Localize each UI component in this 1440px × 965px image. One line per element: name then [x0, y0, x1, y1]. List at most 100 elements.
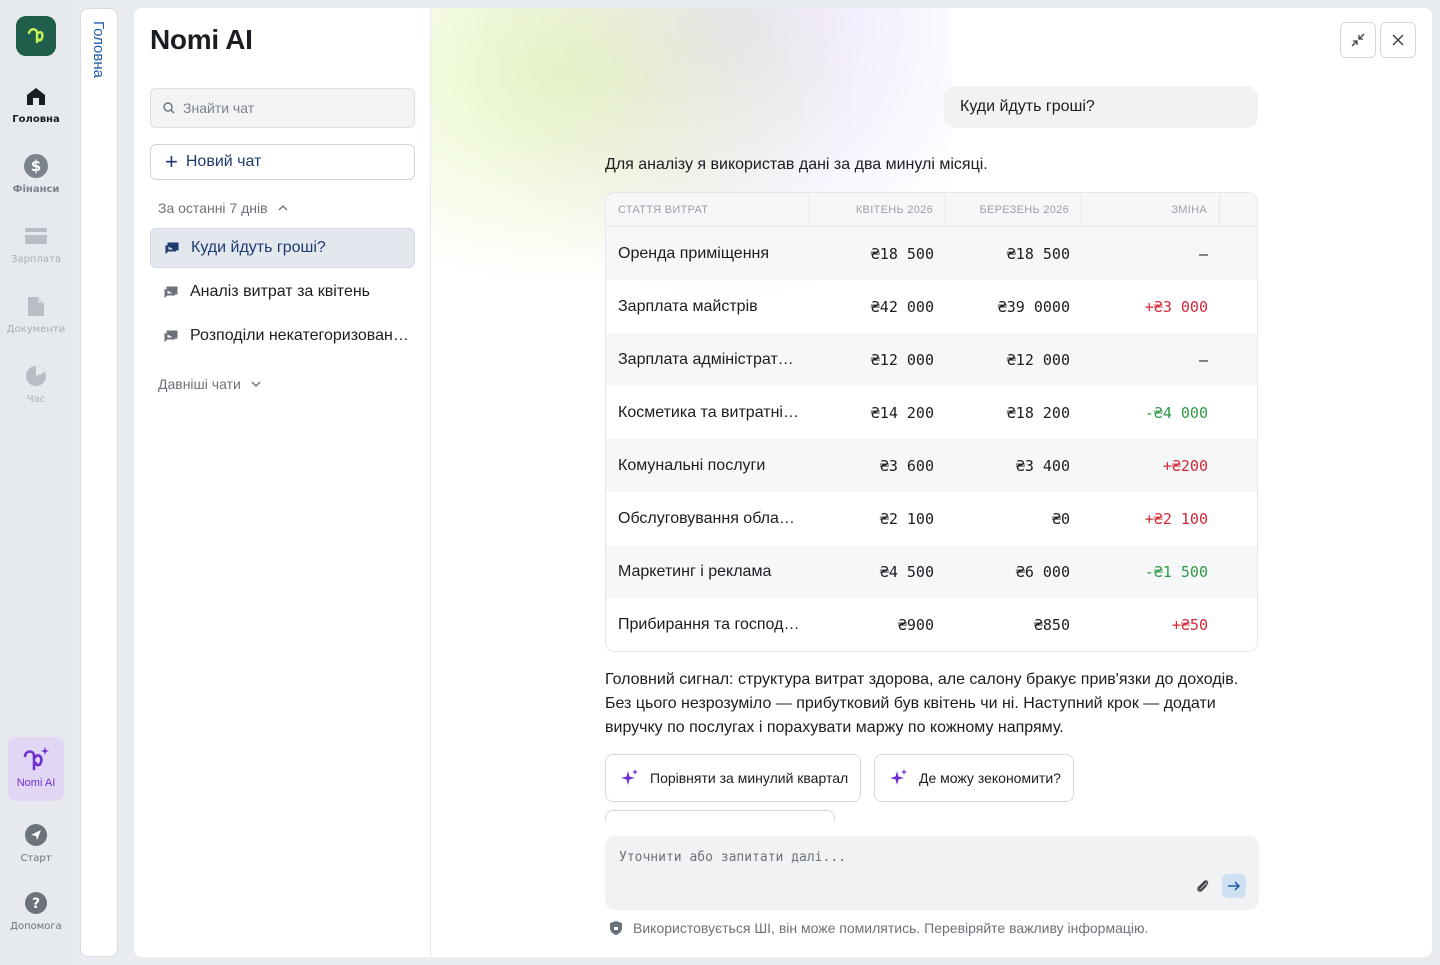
- cell-item: Маркетинг і реклама: [618, 562, 772, 580]
- rail-item-payroll[interactable]: Зарплата: [0, 224, 72, 265]
- search-input[interactable]: [183, 100, 403, 116]
- cell-item: Обслуговування обладнання: [618, 509, 810, 527]
- cell-change: -₴1 500: [1144, 562, 1208, 581]
- header-spacer: [1220, 193, 1257, 226]
- chevron-down-icon: [251, 381, 261, 387]
- cell-april: ₴4 500: [879, 562, 934, 581]
- cell-april: ₴42 000: [870, 297, 934, 316]
- cell-april: ₴3 600: [879, 456, 934, 475]
- chat-title: Розподіли некатегоризовані транзакції: [190, 327, 410, 344]
- app-logo[interactable]: [16, 16, 56, 56]
- document-icon: [24, 294, 48, 318]
- send-button[interactable]: [1222, 874, 1246, 898]
- disclaimer-text: Використовується ШІ, він може помилятись…: [633, 920, 1149, 936]
- cell-march: ₴0: [1051, 509, 1070, 528]
- table-header: Стаття витрат Квітень 2026 Березень 2026…: [606, 193, 1257, 227]
- home-icon: [24, 84, 48, 108]
- logo-icon: [27, 28, 44, 44]
- cell-march: ₴850: [1033, 615, 1070, 634]
- app-title: Nomi AI: [150, 24, 253, 55]
- cell-change: —: [1198, 244, 1208, 263]
- table-row: Косметика та витратні матеріали ₴14 200 ₴1…: [606, 386, 1257, 439]
- sparkle-icon: [621, 769, 638, 785]
- suggestion-chip[interactable]: Де можу зекономити?: [874, 754, 1074, 802]
- suggestion-chip-partial[interactable]: [605, 810, 835, 822]
- rail-label-payroll: Зарплата: [11, 254, 61, 265]
- cell-change: +₴2 100: [1144, 509, 1208, 528]
- close-icon: [1392, 34, 1404, 46]
- cell-change: -₴4 000: [1144, 403, 1208, 422]
- rail-item-home[interactable]: Головна: [0, 84, 72, 125]
- cell-change: +₴50: [1171, 615, 1208, 634]
- new-chat-label: Новий чат: [185, 153, 262, 170]
- header-march: Березень 2026: [946, 193, 1082, 226]
- svg-text:?: ?: [32, 896, 40, 912]
- older-group-toggle[interactable]: Давніші чати: [158, 376, 261, 392]
- table-row: Оренда приміщення ₴18 500 ₴18 500 —: [606, 227, 1257, 280]
- cell-march: ₴39 0000: [997, 297, 1070, 316]
- rail-item-time[interactable]: Час: [0, 364, 72, 405]
- older-group-label: Давніші чати: [158, 376, 241, 392]
- cell-march: ₴3 400: [1015, 456, 1070, 475]
- table-row: Маркетинг і реклама ₴4 500 ₴6 000 -₴1 500: [606, 545, 1257, 598]
- rail-item-nomi-ai[interactable]: Nomi AI: [8, 737, 64, 801]
- svg-text:$: $: [31, 157, 41, 175]
- help-icon: ?: [24, 891, 48, 915]
- chevron-up-icon: [278, 205, 288, 211]
- cell-april: ₴12 000: [870, 350, 934, 369]
- pie-icon: [24, 364, 48, 388]
- message-input[interactable]: [619, 850, 1179, 874]
- cell-march: ₴18 200: [1006, 403, 1070, 422]
- suggestion-chip[interactable]: Порівняти за минулий квартал: [605, 754, 862, 802]
- assistant-intro: Для аналізу я використав дані за два мин…: [605, 156, 988, 173]
- app-rail: Головна $ Фінанси Зарплата Документи Час…: [0, 0, 72, 965]
- new-chat-button[interactable]: + Новий чат: [150, 144, 415, 180]
- chat-search[interactable]: [150, 88, 415, 128]
- paperclip-icon: [1197, 880, 1209, 892]
- ai-disclaimer: Використовується ШІ, він може помилятись…: [609, 920, 1148, 936]
- rail-label-home: Головна: [12, 114, 60, 125]
- assistant-summary: Головний сигнал: структура витрат здоров…: [605, 671, 1239, 736]
- cell-march: ₴12 000: [1006, 350, 1070, 369]
- recent-group-label: За останні 7 днів: [158, 200, 268, 216]
- cell-item: Оренда приміщення: [618, 244, 770, 262]
- recent-group-toggle[interactable]: За останні 7 днів: [158, 200, 288, 216]
- table-row: Зарплата майстрів ₴42 000 ₴39 0000 +₴3 000: [606, 280, 1257, 333]
- attach-button[interactable]: [1191, 874, 1215, 898]
- cell-april: ₴18 500: [870, 244, 934, 263]
- search-icon: [163, 102, 175, 114]
- cell-april: ₴900: [897, 615, 934, 634]
- chat-item[interactable]: Розподіли некатегоризовані транзакції: [150, 316, 415, 356]
- rail-item-help[interactable]: ? Допомога: [0, 891, 72, 932]
- cell-item: Зарплата майстрів: [618, 297, 758, 315]
- chat-item[interactable]: Куди йдуть гроші?: [150, 228, 415, 268]
- cell-change: +₴200: [1162, 456, 1208, 475]
- cell-april: ₴14 200: [870, 403, 934, 422]
- suggestion-label: Де можу зекономити?: [919, 770, 1061, 786]
- chat-title: Аналіз витрат за квітень: [190, 283, 371, 300]
- cell-april: ₴2 100: [879, 509, 934, 528]
- header-april: Квітень 2026: [810, 193, 946, 226]
- user-message: Куди йдуть гроші?: [944, 86, 1258, 128]
- cell-item: Зарплата адміністратора: [618, 350, 805, 368]
- table-body: Оренда приміщення ₴18 500 ₴18 500— Зарплата…: [606, 227, 1257, 651]
- chat-bubble-icon: [164, 330, 178, 342]
- vertical-tab-home[interactable]: Головна: [80, 8, 118, 957]
- sparkle-icon: [890, 769, 907, 785]
- cell-change: +₴3 000: [1144, 297, 1208, 316]
- vertical-tab-label: Головна: [90, 21, 107, 78]
- chat-item[interactable]: Аналіз витрат за квітень: [150, 272, 415, 312]
- rail-item-start[interactable]: Старт: [0, 823, 72, 864]
- cell-item: Косметика та витратні матеріали: [618, 403, 810, 421]
- ai-panel: Nomi AI + Новий чат За останні 7 днів Ку…: [134, 8, 1432, 957]
- rail-label-start: Старт: [20, 853, 52, 864]
- header-item: Стаття витрат: [606, 193, 810, 226]
- minimize-button[interactable]: [1340, 22, 1376, 58]
- cell-item: Комунальні послуги: [618, 456, 766, 474]
- plus-icon: +: [165, 149, 178, 174]
- rail-item-documents[interactable]: Документи: [0, 294, 72, 335]
- rail-item-finance[interactable]: $ Фінанси: [0, 154, 72, 195]
- close-button[interactable]: [1380, 22, 1416, 58]
- table-row: Прибирання та господарство ₴900 ₴850 +₴50: [606, 598, 1257, 651]
- table-row: Обслуговування обладнання ₴2 100 ₴0 +₴2 100: [606, 492, 1257, 545]
